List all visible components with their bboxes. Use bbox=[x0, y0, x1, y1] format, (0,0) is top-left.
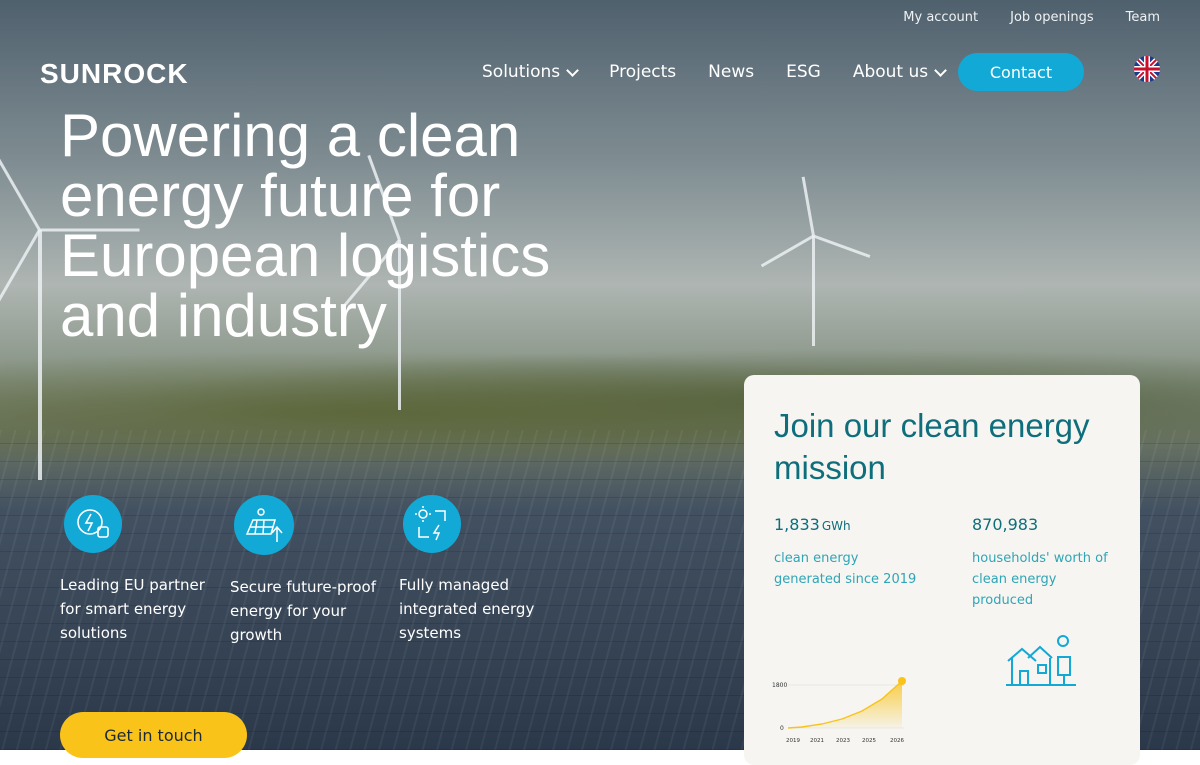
main-nav: Solutions Projects News ESG About us bbox=[482, 53, 947, 91]
chevron-down-icon bbox=[934, 63, 947, 77]
chart-y-tick: 0 bbox=[780, 725, 784, 732]
utility-bar: My account Job openings Team bbox=[903, 0, 1160, 34]
stat-households: 870,983 households' worth of clean energ… bbox=[972, 515, 1117, 611]
nav-item-esg[interactable]: ESG bbox=[786, 62, 821, 82]
stat-value: 870,983 bbox=[972, 515, 1039, 534]
nav-item-news[interactable]: News bbox=[708, 62, 754, 82]
feature-text: Fully managed integrated energy systems bbox=[399, 576, 535, 642]
logo[interactable]: SUNROCK bbox=[40, 58, 189, 90]
nav-item-projects[interactable]: Projects bbox=[609, 62, 676, 82]
chart-x-tick: 2026 bbox=[890, 738, 904, 744]
mission-card: Join our clean energy mission 1,833 GWh c… bbox=[744, 375, 1140, 765]
feature-text: Leading EU partner for smart energy solu… bbox=[60, 576, 205, 642]
contact-button[interactable]: Contact bbox=[958, 53, 1084, 91]
feature-managed-systems: Fully managed integrated energy systems bbox=[399, 495, 549, 645]
chart-x-tick: 2025 bbox=[862, 738, 876, 744]
stat-label: households' worth of clean energy produc… bbox=[972, 551, 1108, 608]
chart-y-tick: 1800 bbox=[772, 682, 787, 689]
nav-label: News bbox=[708, 62, 755, 82]
nav-item-solutions[interactable]: Solutions bbox=[482, 62, 579, 82]
nav-label: Projects bbox=[609, 62, 677, 82]
feature-future-proof: Secure future-proof energy for your grow… bbox=[230, 495, 380, 647]
my-account-link[interactable]: My account bbox=[903, 10, 978, 25]
chart-endpoint bbox=[898, 677, 906, 685]
stat-label: clean energy generated since 2019 bbox=[774, 551, 917, 587]
team-link[interactable]: Team bbox=[1126, 10, 1160, 25]
feature-text: Secure future-proof energy for your grow… bbox=[230, 578, 376, 644]
nav-label: Solutions bbox=[482, 62, 561, 82]
stat-value: 1,833 bbox=[774, 515, 820, 534]
managed-energy-system-icon bbox=[403, 495, 461, 553]
chart-x-tick: 2021 bbox=[810, 738, 824, 744]
nav-item-about-us[interactable]: About us bbox=[852, 62, 947, 82]
chart-area bbox=[788, 681, 902, 728]
get-in-touch-button[interactable]: Get in touch bbox=[60, 712, 247, 758]
chart-x-tick: 2019 bbox=[786, 738, 800, 744]
card-title: Join our clean energy mission bbox=[774, 407, 1090, 486]
energy-growth-chart: 1800 0 2019 2021 2023 2025 2026 bbox=[772, 677, 906, 744]
nav-label: About us bbox=[852, 62, 929, 82]
solar-panel-growth-icon bbox=[234, 495, 294, 555]
job-openings-link[interactable]: Job openings bbox=[1010, 10, 1094, 25]
energy-partner-icon bbox=[64, 495, 122, 553]
chevron-down-icon bbox=[566, 63, 579, 77]
hero-headline: Powering a clean energy future for Europ… bbox=[60, 102, 551, 349]
stat-unit: GWh bbox=[821, 519, 851, 533]
nav-label: ESG bbox=[786, 62, 821, 82]
stat-energy: 1,833 GWh clean energy generated since 20… bbox=[774, 515, 924, 590]
households-icon bbox=[1006, 635, 1076, 686]
uk-flag-icon[interactable] bbox=[1134, 56, 1160, 82]
feature-energy-partner: Leading EU partner for smart energy solu… bbox=[60, 495, 210, 645]
chart-x-tick: 2023 bbox=[836, 738, 850, 744]
